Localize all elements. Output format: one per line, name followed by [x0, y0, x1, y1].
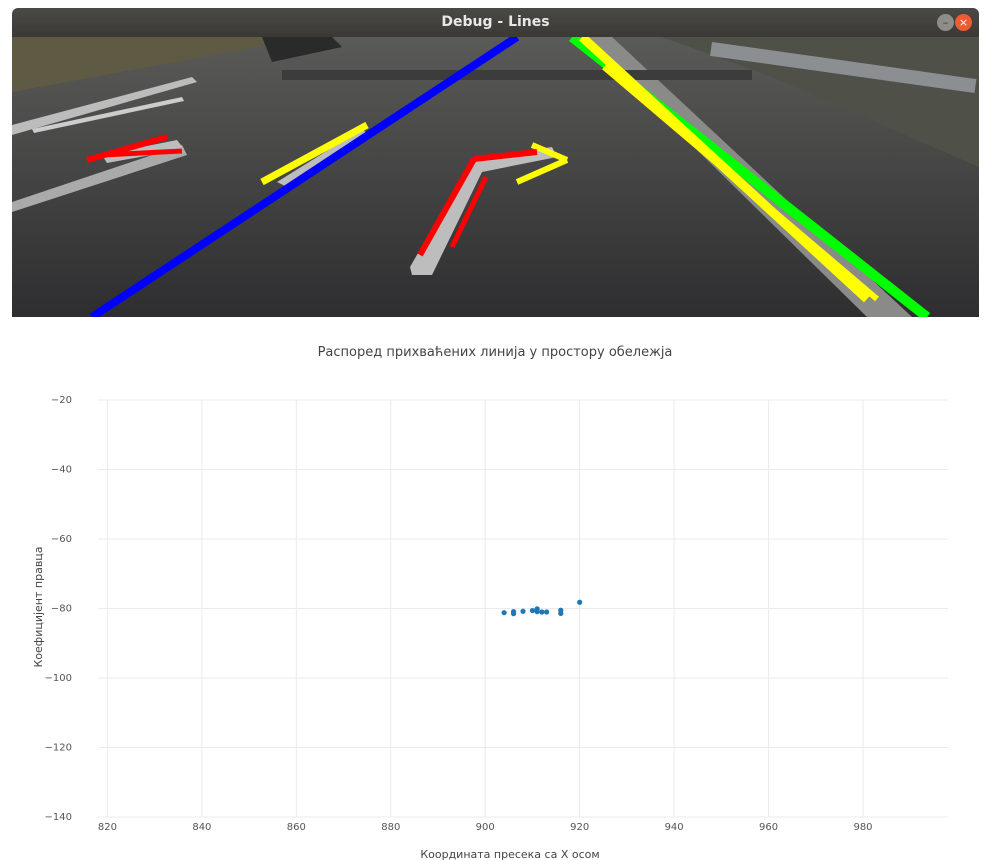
y-tick-label: −100	[45, 673, 72, 684]
x-tick-label: 880	[381, 822, 400, 833]
x-axis-label: Координата пресека са X осом	[420, 848, 599, 860]
x-tick-label: 820	[98, 822, 117, 833]
data-point[interactable]	[534, 609, 540, 615]
y-tick-label: −140	[45, 812, 72, 823]
data-point[interactable]	[539, 609, 545, 615]
window-titlebar[interactable]: Debug - Lines – ×	[12, 8, 979, 37]
x-axis-ticks: 820 840 860 880 900 920 940 960 980	[98, 822, 873, 833]
y-tick-label: −40	[51, 465, 72, 476]
x-tick-label: 940	[665, 822, 684, 833]
grid	[98, 399, 948, 818]
x-tick-label: 900	[476, 822, 495, 833]
chart-title: Распоред прихваћених линија у простору о…	[317, 345, 673, 360]
window-title: Debug - Lines	[441, 14, 550, 30]
road-image	[12, 37, 979, 317]
y-axis-ticks: −20 −40 −60 −80 −100 −120 −140	[45, 395, 72, 823]
minimize-icon[interactable]: –	[937, 14, 954, 31]
close-icon[interactable]: ×	[955, 14, 972, 31]
x-tick-label: 860	[287, 822, 306, 833]
y-tick-label: −80	[51, 604, 72, 615]
data-point[interactable]	[529, 607, 536, 614]
x-tick-label: 980	[853, 822, 872, 833]
data-point[interactable]	[558, 610, 564, 616]
x-tick-label: 960	[759, 822, 778, 833]
data-point[interactable]	[544, 609, 550, 615]
camera-view	[12, 37, 979, 317]
y-tick-label: −120	[45, 743, 72, 754]
scatter-chart[interactable]: 820 840 860 880 900 920 940 960 980 −20 −40 −60 −80…	[0, 380, 990, 860]
y-tick-label: −60	[51, 534, 72, 545]
x-tick-label: 920	[570, 822, 589, 833]
y-axis-label: Коефицијент правца	[32, 546, 45, 667]
data-points	[501, 599, 583, 617]
data-point[interactable]	[501, 610, 507, 616]
x-tick-label: 840	[192, 822, 211, 833]
data-point[interactable]	[577, 599, 583, 605]
data-point[interactable]	[520, 608, 526, 614]
data-point[interactable]	[510, 611, 517, 617]
y-tick-label: −20	[51, 395, 72, 406]
road-crack	[282, 70, 752, 80]
